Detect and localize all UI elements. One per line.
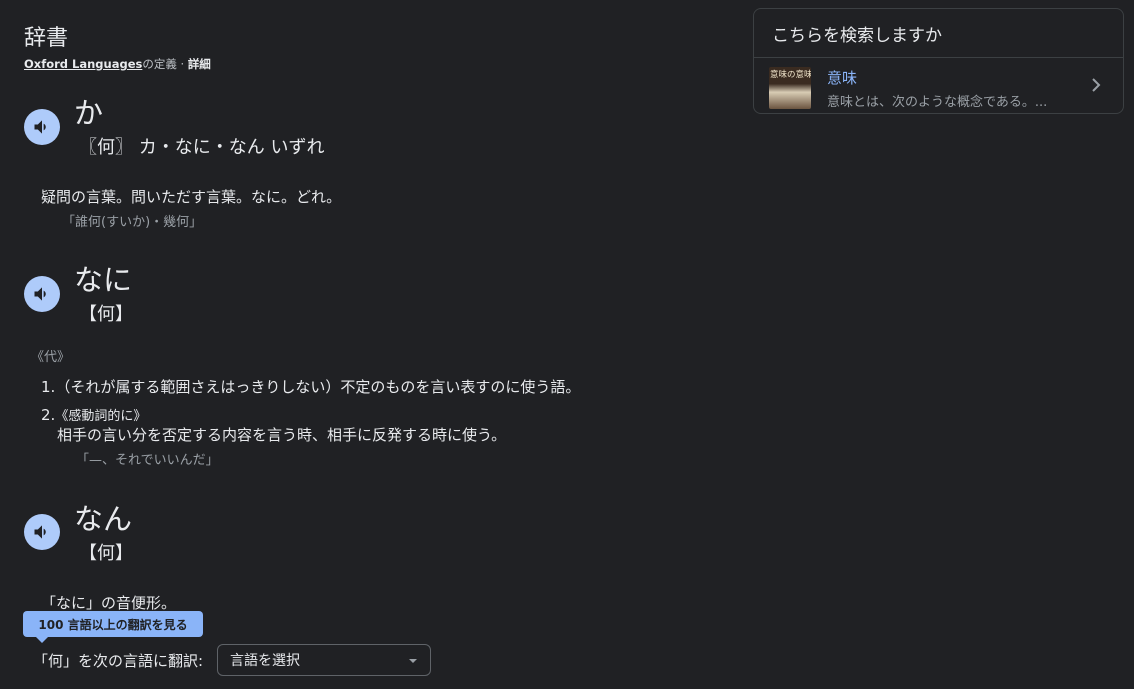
speaker-icon bbox=[34, 120, 46, 134]
tooltip-arrow bbox=[36, 637, 48, 643]
card-divider bbox=[754, 57, 1123, 58]
source-attribution: Oxford Languagesの定義 · 詳細 bbox=[24, 56, 211, 72]
sense-2-text: 相手の言い分を否定する内容を言う時、相手に反発する時に使う。 bbox=[57, 426, 507, 444]
sense-2-number: 2. bbox=[41, 406, 56, 424]
sense-2: 2.《感動詞的に》 bbox=[41, 405, 146, 424]
sense-1-text: （それが属する範囲さえはっきりしない）不定のものを言い表すのに使う語。 bbox=[55, 378, 581, 396]
did-you-mean-heading: こちらを検索しますか bbox=[772, 26, 942, 46]
speaker-button-nani[interactable] bbox=[24, 276, 60, 312]
source-suffix: の定義 · bbox=[142, 57, 188, 71]
chevron-right-icon[interactable] bbox=[1089, 76, 1103, 94]
translate-label: 「何」を次の言語に翻訳: bbox=[33, 652, 204, 670]
did-you-mean-card: こちらを検索しますか 意味の意味 意味 意味とは、次のような概念である。... bbox=[753, 8, 1124, 114]
speaker-button-nan[interactable] bbox=[24, 514, 60, 550]
dictionary-title: 辞書 bbox=[24, 26, 69, 51]
sense-2-label: 《感動詞的に》 bbox=[55, 409, 147, 424]
dropdown-caret-icon bbox=[409, 659, 417, 663]
reading-nani: 【何】 bbox=[79, 304, 133, 325]
sense-1: 1.（それが属する範囲さえはっきりしない）不定のものを言い表すのに使う語。 bbox=[41, 376, 580, 397]
translate-tooltip[interactable]: 100 言語以上の翻訳を見る bbox=[23, 611, 203, 637]
detail-link[interactable]: 詳細 bbox=[188, 57, 211, 71]
part-of-speech-nani: 《代》 bbox=[31, 350, 71, 365]
sense-1-number: 1. bbox=[41, 378, 56, 396]
speaker-icon bbox=[34, 525, 46, 539]
reading-nan: 【何】 bbox=[79, 543, 133, 564]
oxford-languages-link[interactable]: Oxford Languages bbox=[24, 57, 142, 71]
headword-ka: か bbox=[74, 96, 104, 130]
language-select[interactable]: 言語を選択 bbox=[217, 644, 431, 676]
speaker-icon bbox=[34, 287, 46, 301]
speaker-button-ka[interactable] bbox=[24, 109, 60, 145]
language-select-value: 言語を選択 bbox=[230, 653, 300, 669]
example-ka: 「誰何(すいか)・幾何」 bbox=[62, 215, 203, 230]
reading-ka: 〖何〗 カ・なに・なん いずれ bbox=[79, 137, 325, 158]
definition-nan: 「なに」の音便形。 bbox=[41, 594, 177, 612]
thumbnail-text: 意味の意味 bbox=[770, 70, 811, 80]
book-thumbnail[interactable]: 意味の意味 bbox=[769, 67, 811, 109]
suggestion-description: 意味とは、次のような概念である。... bbox=[827, 95, 1048, 110]
headword-nan: なん bbox=[74, 502, 133, 536]
headword-nani: なに bbox=[74, 263, 133, 297]
sense-2-example: 「—、それでいいんだ」 bbox=[76, 453, 219, 468]
definition-ka: 疑問の言葉。問いただす言葉。なに。どれ。 bbox=[41, 188, 342, 206]
suggestion-title-link[interactable]: 意味 bbox=[827, 67, 857, 88]
